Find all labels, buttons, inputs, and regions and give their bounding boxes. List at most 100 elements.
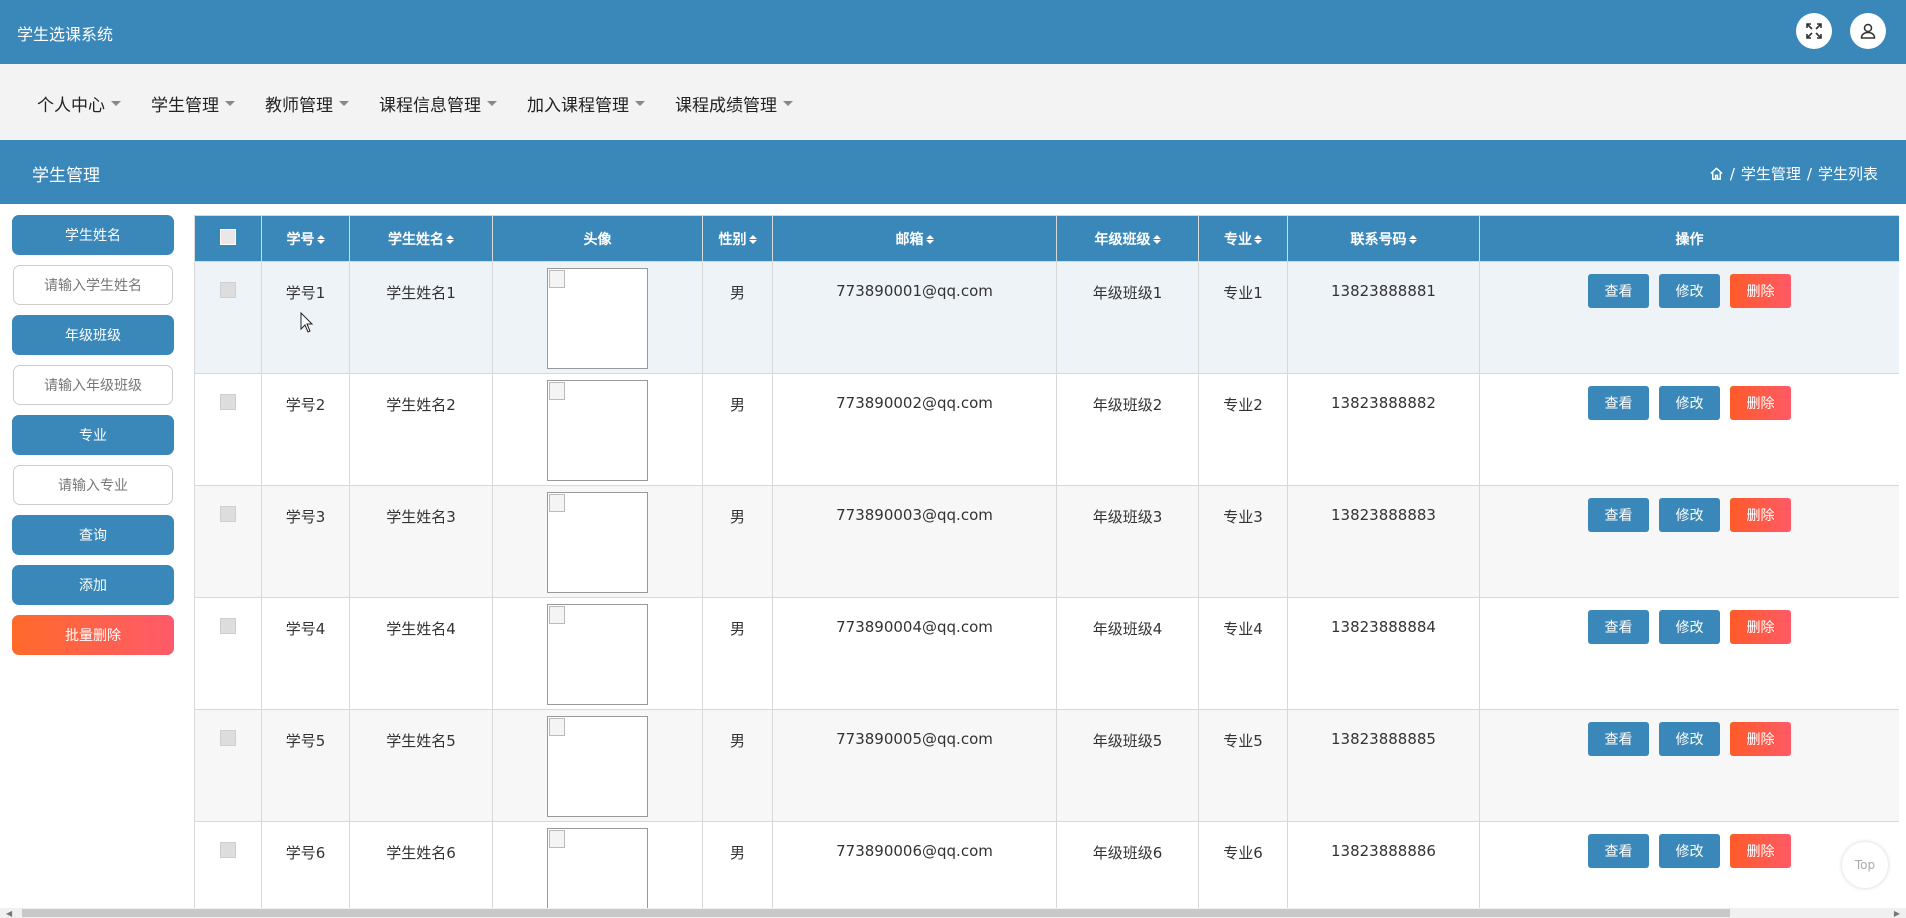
cell-email: 773890003@qq.com: [772, 485, 1057, 598]
view-button[interactable]: 查看: [1588, 610, 1649, 644]
cell-name: 学生姓名4: [349, 597, 493, 710]
nav-course-info-management[interactable]: 课程信息管理: [379, 91, 497, 116]
column-header-email[interactable]: 邮箱: [772, 215, 1057, 262]
column-header-id[interactable]: 学号: [261, 215, 350, 262]
select-all-checkbox[interactable]: [220, 228, 236, 245]
main-nav: 个人中心 学生管理 教师管理 课程信息管理 加入课程管理 课程成绩管理: [0, 64, 1906, 140]
cell-phone: 13823888885: [1287, 709, 1480, 822]
nav-teacher-management[interactable]: 教师管理: [265, 91, 349, 116]
sort-icon: [446, 235, 454, 244]
column-header-class[interactable]: 年级班级: [1056, 215, 1199, 262]
chevron-down-icon: [487, 101, 497, 106]
avatar: [547, 492, 648, 593]
cell-id: 学号4: [261, 597, 350, 710]
delete-button[interactable]: 删除: [1730, 834, 1791, 868]
user-button[interactable]: [1850, 13, 1886, 49]
batch-delete-button[interactable]: 批量删除: [12, 615, 174, 655]
search-panel: 学生姓名 请输入学生姓名 年级班级 请输入年级班级 专业 请输入专业 查询 添加…: [12, 215, 174, 665]
breadcrumb-student-list: 学生列表: [1817, 165, 1878, 183]
cell-name: 学生姓名3: [349, 485, 493, 598]
column-header-name[interactable]: 学生姓名: [349, 215, 493, 262]
edit-button[interactable]: 修改: [1659, 610, 1720, 644]
view-button[interactable]: 查看: [1588, 498, 1649, 532]
cell-class: 年级班级5: [1056, 709, 1199, 822]
edit-button[interactable]: 修改: [1659, 498, 1720, 532]
major-input[interactable]: 请输入专业: [13, 465, 173, 505]
cell-name: 学生姓名5: [349, 709, 493, 822]
delete-button[interactable]: 删除: [1730, 386, 1791, 420]
row-checkbox[interactable]: [220, 282, 236, 298]
cell-major: 专业2: [1198, 373, 1288, 486]
fullscreen-button[interactable]: [1796, 13, 1832, 49]
sort-icon: [748, 235, 757, 244]
cell-email: 773890004@qq.com: [772, 597, 1057, 710]
page-header: 学生管理 / 学生管理 / 学生列表: [0, 140, 1906, 204]
chevron-down-icon: [635, 101, 645, 106]
cell-class: 年级班级1: [1056, 261, 1199, 374]
chevron-down-icon: [783, 101, 793, 106]
edit-button[interactable]: 修改: [1659, 722, 1720, 756]
row-checkbox[interactable]: [220, 394, 236, 410]
scroll-left-icon[interactable]: ◀: [6, 909, 12, 918]
edit-button[interactable]: 修改: [1659, 386, 1720, 420]
view-button[interactable]: 查看: [1588, 274, 1649, 308]
sort-icon: [925, 235, 934, 244]
app-title: 学生选课系统: [17, 25, 114, 44]
nav-course-grade-management[interactable]: 课程成绩管理: [675, 91, 793, 116]
page-title: 学生管理: [32, 166, 100, 186]
cell-phone: 13823888881: [1287, 261, 1480, 374]
chevron-down-icon: [339, 101, 349, 106]
scroll-right-icon[interactable]: ▶: [1894, 909, 1900, 918]
scrollbar-thumb[interactable]: [22, 909, 1730, 917]
edit-button[interactable]: 修改: [1659, 274, 1720, 308]
nav-join-course-management[interactable]: 加入课程管理: [527, 91, 645, 116]
cell-email: 773890006@qq.com: [772, 821, 1057, 908]
delete-button[interactable]: 删除: [1730, 274, 1791, 308]
cell-gender: 男: [702, 261, 773, 374]
sort-icon: [1254, 235, 1262, 244]
breadcrumb: / 学生管理 / 学生列表: [1709, 163, 1878, 184]
cell-id: 学号2: [261, 373, 350, 486]
delete-button[interactable]: 删除: [1730, 498, 1791, 532]
delete-button[interactable]: 删除: [1730, 610, 1791, 644]
cell-id: 学号6: [261, 821, 350, 908]
column-header-phone[interactable]: 联系号码: [1287, 215, 1480, 262]
add-button[interactable]: 添加: [12, 565, 174, 605]
back-to-top-button[interactable]: Top: [1842, 842, 1888, 888]
cell-class: 年级班级4: [1056, 597, 1199, 710]
row-checkbox[interactable]: [220, 730, 236, 746]
cell-email: 773890005@qq.com: [772, 709, 1057, 822]
user-icon: [1860, 23, 1876, 39]
horizontal-scrollbar[interactable]: ◀ ▶: [0, 908, 1906, 918]
query-button[interactable]: 查询: [12, 515, 174, 555]
avatar: [547, 604, 648, 705]
home-icon[interactable]: [1709, 166, 1724, 181]
row-checkbox[interactable]: [220, 842, 236, 858]
cell-email: 773890002@qq.com: [772, 373, 1057, 486]
view-button[interactable]: 查看: [1588, 722, 1649, 756]
nav-personal-center[interactable]: 个人中心: [37, 91, 121, 116]
cell-gender: 男: [702, 485, 773, 598]
row-checkbox[interactable]: [220, 506, 236, 522]
student-name-input[interactable]: 请输入学生姓名: [13, 265, 173, 305]
delete-button[interactable]: 删除: [1730, 722, 1791, 756]
cell-major: 专业4: [1198, 597, 1288, 710]
avatar: [547, 828, 648, 908]
cell-major: 专业6: [1198, 821, 1288, 908]
breadcrumb-separator: /: [1729, 164, 1735, 183]
avatar: [547, 716, 648, 817]
cell-phone: 13823888883: [1287, 485, 1480, 598]
view-button[interactable]: 查看: [1588, 386, 1649, 420]
view-button[interactable]: 查看: [1588, 834, 1649, 868]
class-input[interactable]: 请输入年级班级: [13, 365, 173, 405]
table-row: 学号5 学生姓名5 男 773890005@qq.com 年级班级5 专业5 1…: [194, 709, 1899, 822]
column-header-gender[interactable]: 性别: [702, 215, 773, 262]
cell-gender: 男: [702, 709, 773, 822]
cell-phone: 13823888882: [1287, 373, 1480, 486]
nav-student-management[interactable]: 学生管理: [151, 91, 235, 116]
table-row: 学号6 学生姓名6 男 773890006@qq.com 年级班级6 专业6 1…: [194, 821, 1899, 908]
breadcrumb-student-management[interactable]: 学生管理: [1741, 163, 1801, 184]
edit-button[interactable]: 修改: [1659, 834, 1720, 868]
row-checkbox[interactable]: [220, 618, 236, 634]
column-header-major[interactable]: 专业: [1198, 215, 1288, 262]
